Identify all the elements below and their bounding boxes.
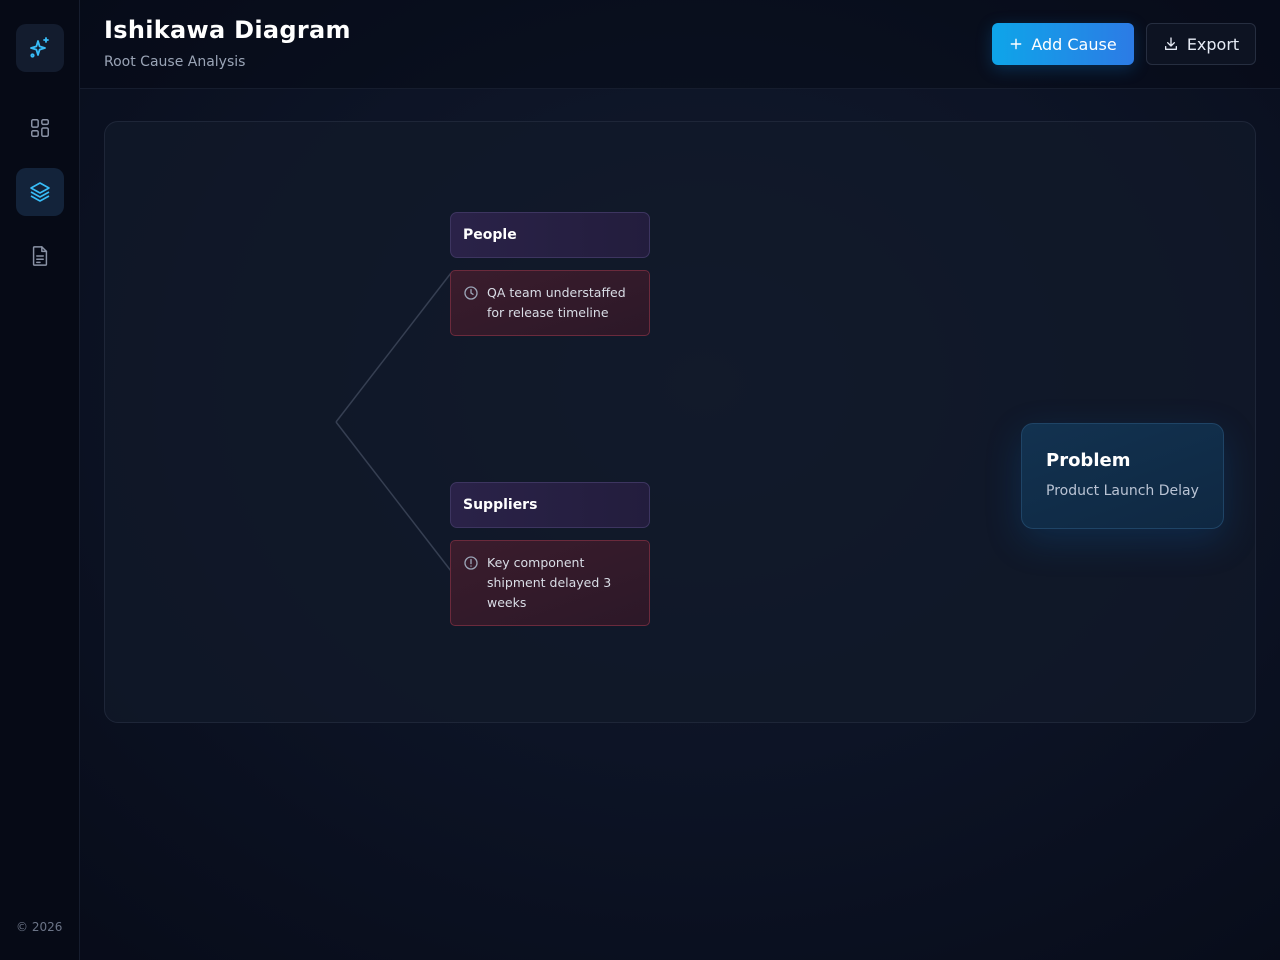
- sidebar-item-documents[interactable]: [16, 232, 64, 280]
- header: Ishikawa Diagram Root Cause Analysis Add…: [80, 0, 1280, 89]
- export-label: Export: [1186, 34, 1240, 54]
- page-title: Ishikawa Diagram: [104, 16, 351, 44]
- cause-card[interactable]: QA team understaffed for release timelin…: [450, 270, 650, 336]
- sparkles-icon: [30, 37, 49, 58]
- add-cause-label: Add Cause: [1031, 34, 1117, 54]
- category-label: Suppliers: [463, 497, 538, 513]
- sidebar-item-layers[interactable]: [16, 168, 64, 216]
- bone-people: [335, 272, 452, 423]
- cause-text: Key component shipment delayed 3 weeks: [487, 555, 612, 610]
- problem-description: Product Launch Delay: [1046, 483, 1199, 499]
- sidebar: © 2026: [0, 0, 80, 960]
- layers-icon: [30, 182, 50, 202]
- cause-card[interactable]: Key component shipment delayed 3 weeks: [450, 540, 650, 626]
- alert-circle-icon: [464, 556, 478, 570]
- copyright: © 2026: [16, 920, 63, 934]
- category-label: People: [463, 227, 517, 243]
- category-suppliers[interactable]: Suppliers: [450, 482, 650, 528]
- problem-card[interactable]: Problem Product Launch Delay: [1021, 423, 1224, 529]
- plus-icon: [1010, 38, 1022, 50]
- download-icon: [1164, 37, 1177, 50]
- clock-icon: [464, 286, 478, 300]
- category-people[interactable]: People: [450, 212, 650, 258]
- diagram-canvas: People QA team understaffed for release …: [104, 121, 1256, 723]
- page-subtitle: Root Cause Analysis: [104, 54, 246, 70]
- document-icon: [32, 246, 48, 266]
- bone-suppliers: [335, 421, 452, 572]
- add-cause-button[interactable]: Add Cause: [992, 23, 1134, 65]
- problem-title: Problem: [1046, 450, 1131, 471]
- app-logo[interactable]: [16, 24, 64, 72]
- export-button[interactable]: Export: [1146, 23, 1256, 65]
- sidebar-item-dashboard[interactable]: [16, 104, 64, 152]
- grid-icon: [31, 119, 49, 137]
- cause-text: QA team understaffed for release timelin…: [487, 285, 626, 320]
